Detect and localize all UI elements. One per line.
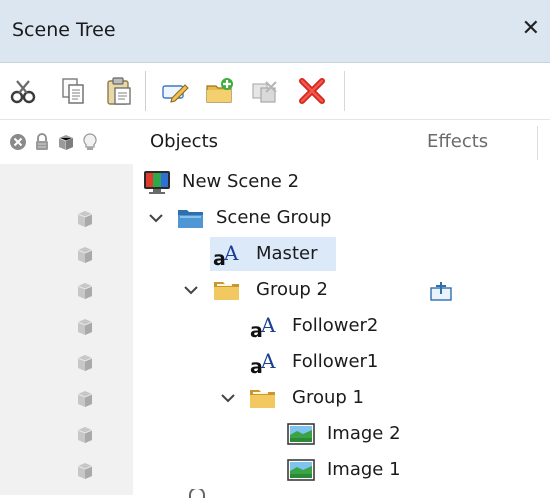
toolbar (0, 63, 550, 120)
tree-node-label: Follower2 (292, 315, 379, 336)
tree-node-label: Follower1 (292, 351, 379, 372)
tree-node-label: Image 1 (327, 459, 401, 480)
add-group-button[interactable] (205, 76, 235, 106)
lock-x-icon[interactable] (8, 132, 28, 152)
paste-icon (107, 77, 131, 105)
text-object-icon: a A (250, 312, 280, 340)
delete-button[interactable] (297, 76, 327, 106)
tree-header: Objects Effects (0, 120, 550, 164)
lightbulb-icon[interactable] (80, 132, 100, 152)
copy-button[interactable] (58, 76, 88, 106)
rename-icon (162, 84, 189, 103)
visibility-cube-icon[interactable] (75, 317, 95, 337)
column-divider[interactable] (537, 126, 538, 160)
svg-text:A: A (223, 241, 239, 265)
tree-row-image-2[interactable]: Image 2 (0, 417, 550, 453)
tree-node-label: Image 2 (327, 423, 401, 444)
tree-node-label: Group 1 (292, 387, 364, 408)
visibility-cube-icon[interactable] (75, 353, 95, 373)
tree-node-label: Scene Group (216, 207, 332, 228)
folder-yellow-icon (248, 384, 278, 412)
cube-icon[interactable] (56, 132, 76, 152)
effects-column-header[interactable]: Effects (427, 131, 488, 152)
panel-title: Scene Tree (12, 19, 116, 41)
merge-button[interactable] (250, 76, 280, 106)
cut-icon (10, 80, 36, 104)
cut-button[interactable] (8, 76, 38, 106)
copy-icon (62, 78, 84, 104)
visibility-cube-icon[interactable] (75, 461, 95, 481)
svg-text:A: A (260, 349, 276, 373)
toolbar-separator (145, 71, 146, 111)
tree-row-follower1[interactable]: a A Follower1 (0, 345, 550, 381)
close-button[interactable]: ✕ (522, 16, 540, 41)
tree-row-image-1[interactable]: Image 1 (0, 453, 550, 489)
visibility-cube-icon[interactable] (75, 245, 95, 265)
svg-text:A: A (260, 313, 276, 337)
visibility-cube-icon[interactable] (75, 209, 95, 229)
rename-button[interactable] (160, 76, 190, 106)
delete-icon (299, 78, 325, 104)
chevron-down-icon[interactable] (219, 387, 237, 409)
toolbar-filter-field[interactable] (344, 71, 550, 111)
panel-titlebar: Scene Tree ✕ (0, 0, 550, 63)
add-folder-icon (206, 78, 233, 103)
effect-link-icon[interactable] (428, 280, 454, 302)
scene-icon (142, 168, 172, 196)
padlock-icon[interactable] (32, 132, 52, 152)
tree-node-label: Group 2 (256, 279, 328, 300)
tree-row-master[interactable]: a A Master (0, 237, 550, 273)
image-object-icon (286, 420, 316, 448)
chevron-down-icon[interactable] (182, 279, 200, 301)
folder-yellow-icon (212, 276, 242, 304)
tree-row-new-scene-2[interactable]: New Scene 2 (0, 165, 550, 201)
visibility-cube-icon[interactable] (75, 389, 95, 409)
folder-blue-icon (176, 204, 206, 232)
objects-column-header[interactable]: Objects (150, 131, 218, 152)
visibility-cube-icon[interactable] (75, 281, 95, 301)
text-object-icon: a A (250, 348, 280, 376)
tree-row-group-2[interactable]: Group 2 (0, 273, 550, 309)
image-object-icon (286, 456, 316, 484)
tree-row-scene-group[interactable]: Scene Group (0, 201, 550, 237)
text-object-icon: a A (213, 240, 243, 268)
chevron-down-icon[interactable] (147, 207, 165, 229)
tree-row-group-1[interactable]: Group 1 (0, 381, 550, 417)
cut-off-row-icon (186, 486, 208, 498)
tree-node-label: New Scene 2 (182, 171, 300, 192)
paste-button[interactable] (104, 76, 134, 106)
visibility-cube-icon[interactable] (75, 425, 95, 445)
tree-node-label: Master (256, 243, 318, 264)
merge-disabled-icon (252, 81, 277, 103)
tree-row-follower2[interactable]: a A Follower2 (0, 309, 550, 345)
